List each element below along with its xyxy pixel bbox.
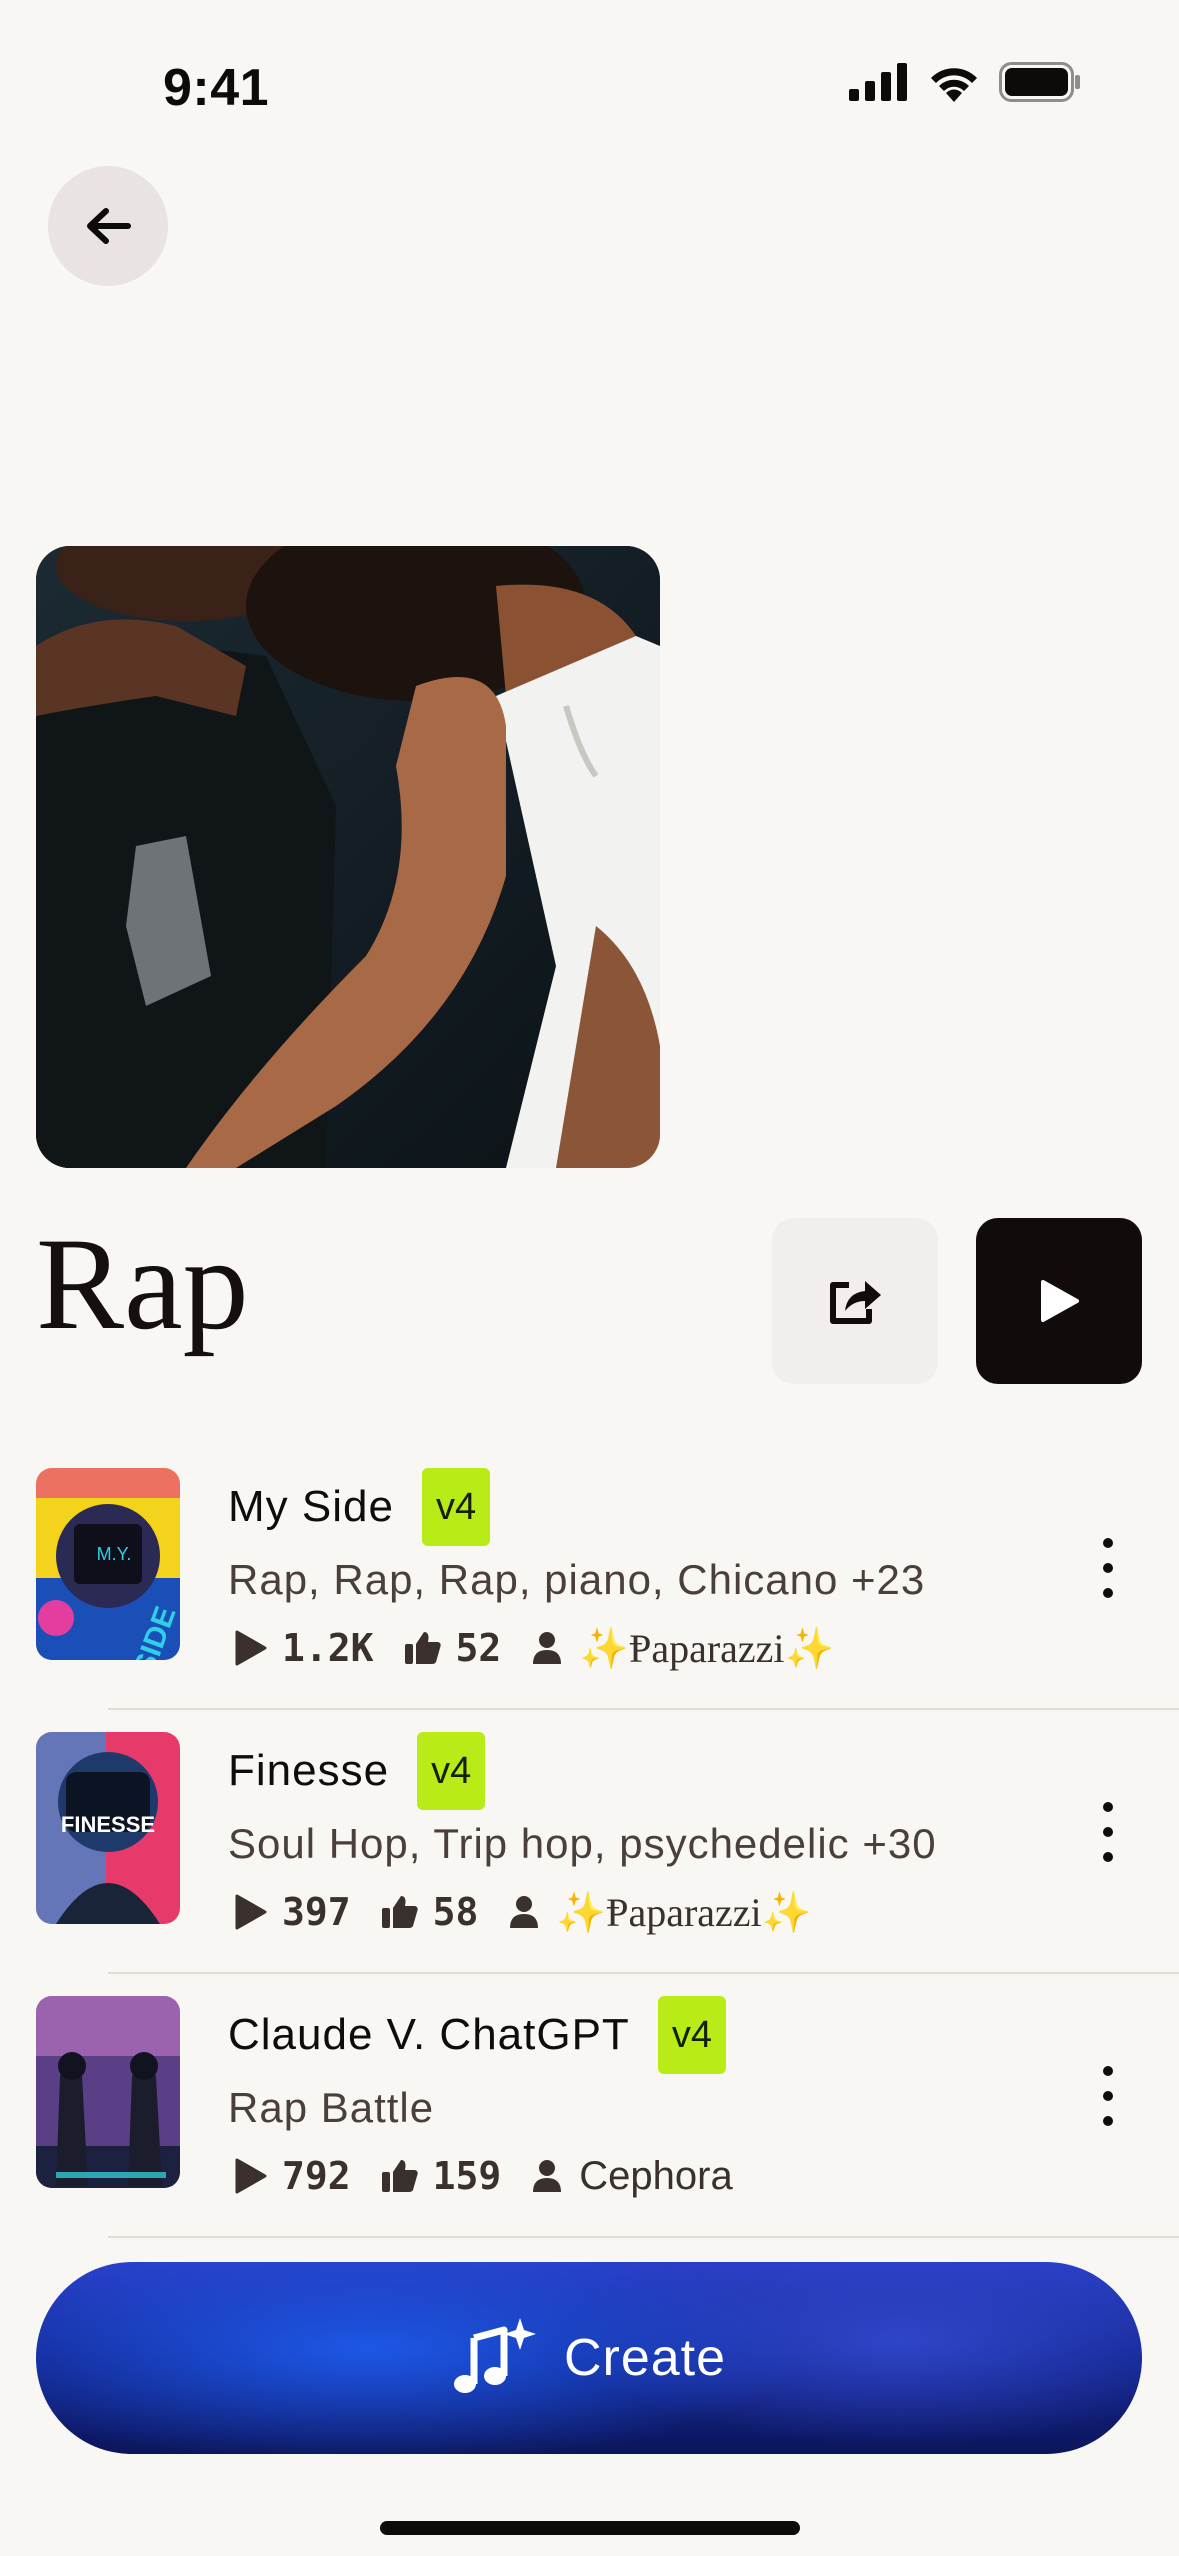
song-author[interactable]: Cephora [579,2154,732,2199]
song-row[interactable]: Claude V. ChatGPT v4 Rap Battle 792 159 … [0,1996,1179,2260]
thumbs-up-icon [381,1894,419,1930]
svg-text:FINESSE: FINESSE [61,1812,155,1837]
playlist-title: Rap [36,1210,249,1357]
cover-photo [36,546,660,1168]
song-row[interactable]: FINESSE Finesse v4 Soul Hop, Trip hop, p… [0,1732,1179,1996]
song-author[interactable]: ✨Ᵽaparazzi✨ [556,1889,811,1936]
row-divider [108,1972,1179,1974]
song-author[interactable]: ✨Ᵽaparazzi✨ [579,1625,834,1672]
song-thumbnail: M.Y. SIDE [36,1468,180,1660]
status-time: 9:41 [163,59,270,117]
like-count: 159 [432,2154,502,2198]
song-title: Finesse [228,1746,390,1795]
status-icons [849,62,1081,102]
user-icon [531,2158,563,2194]
song-thumbnail [36,1996,180,2188]
song-title: My Side [228,1482,394,1531]
arrow-left-icon [87,208,131,244]
like-count: 52 [455,1626,502,1670]
cellular-signal-icon [849,63,907,101]
play-count: 792 [282,2154,351,2198]
user-icon [508,1894,540,1930]
share-icon [830,1281,881,1324]
row-divider [108,1708,1179,1710]
svg-text:M.Y.: M.Y. [97,1544,132,1564]
song-stats: 397 58 ✨Ᵽaparazzi✨ [234,1884,811,1940]
more-options-button[interactable] [1090,1802,1126,1862]
play-count: 397 [282,1890,351,1934]
battery-icon [999,62,1080,102]
create-button[interactable]: Create [36,2262,1142,2454]
song-thumbnail: FINESSE [36,1732,180,1924]
thumbs-up-icon [404,1630,442,1666]
play-playlist-button[interactable] [976,1218,1142,1384]
like-count: 58 [432,1890,479,1934]
song-tags: Soul Hop, Trip hop, psychedelic +30 [228,1820,937,1867]
playlist-cover-image [36,546,660,1168]
song-row[interactable]: M.Y. SIDE My Side v4 Rap, Rap, Rap, pian… [0,1468,1179,1732]
song-stats: 792 159 Cephora [234,2148,733,2204]
version-badge: v4 [657,1996,726,2074]
play-count: 1.2K [282,1626,374,1670]
music-sparkle-icon [453,2318,536,2393]
song-title: Claude V. ChatGPT [228,2010,630,2059]
back-button[interactable] [48,166,168,286]
version-badge: v4 [417,1732,486,1810]
thumbs-up-icon [381,2158,419,2194]
more-options-button[interactable] [1090,1538,1126,1598]
play-count-icon [234,1629,268,1667]
song-tags: Rap, Rap, Rap, piano, Chicano +23 [228,1556,926,1603]
version-badge: v4 [421,1468,491,1546]
share-button[interactable] [772,1218,938,1384]
song-tags: Rap Battle [228,2084,435,2131]
row-divider [108,2236,1179,2238]
play-count-icon [234,1893,268,1931]
create-button-label: Create [563,2329,727,2387]
home-indicator[interactable] [380,2521,800,2535]
user-icon [531,1630,563,1666]
play-icon [1041,1280,1079,1322]
play-count-icon [234,2157,268,2195]
more-options-button[interactable] [1090,2066,1126,2126]
wifi-icon [931,68,977,102]
song-stats: 1.2K 52 ✨Ᵽaparazzi✨ [234,1620,834,1676]
